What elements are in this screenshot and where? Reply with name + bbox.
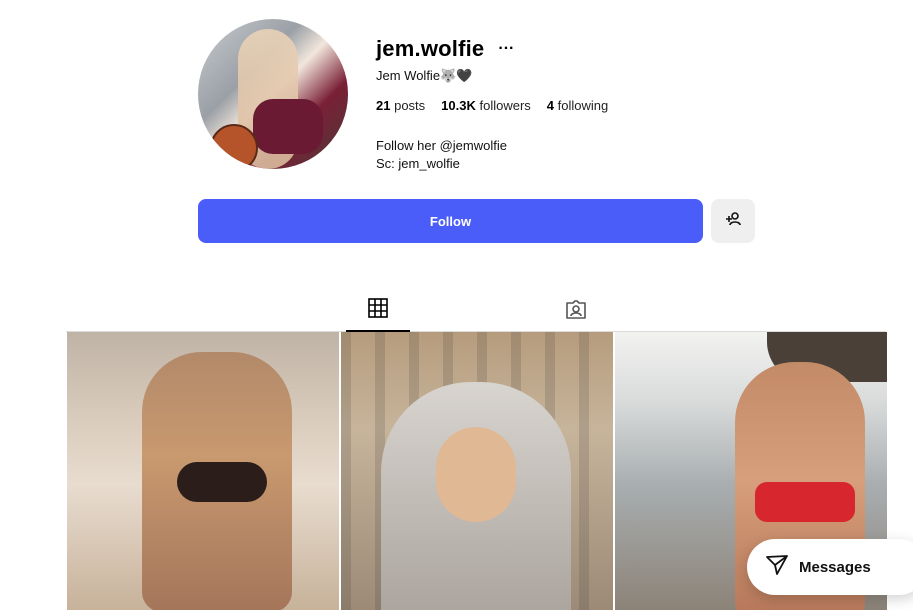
bio-line-2: Sc: jem_wolfie <box>376 156 460 171</box>
post-thumbnail-2[interactable] <box>341 332 613 610</box>
avatar-shorts <box>253 99 323 154</box>
following-stat[interactable]: 4 following <box>547 98 608 113</box>
followers-count: 10.3K <box>441 98 476 113</box>
post-2-face <box>436 427 516 522</box>
bio-line-1: Follow her @jemwolfie <box>376 138 507 153</box>
avatar-basketball <box>210 124 258 169</box>
following-label: following <box>557 98 609 113</box>
profile-tabs <box>66 290 886 332</box>
post-1-swimsuit <box>177 462 267 502</box>
posts-stat[interactable]: 21 posts <box>376 98 425 113</box>
messages-label: Messages <box>799 558 871 576</box>
post-thumbnail-1[interactable] <box>67 332 339 610</box>
posts-count: 21 <box>376 98 391 113</box>
username: jem.wolfie <box>376 36 485 61</box>
profile-avatar[interactable] <box>198 19 348 169</box>
send-icon <box>765 553 789 582</box>
follow-button[interactable]: Follow <box>198 199 703 243</box>
add-person-icon <box>725 211 741 232</box>
followers-label: followers <box>479 98 531 113</box>
following-count: 4 <box>546 98 555 113</box>
profile-bio: Follow her @jemwolfie Sc: jem_wolfie <box>376 137 507 173</box>
tagged-icon <box>565 298 587 325</box>
profile-stats: 21 posts 10.3K followers 4 following <box>376 98 608 113</box>
display-name: Jem Wolfie🐺🖤 <box>376 68 473 83</box>
followers-stat[interactable]: 10.3K followers <box>441 98 531 113</box>
tab-posts-grid[interactable] <box>346 290 410 332</box>
suggested-accounts-button[interactable] <box>711 199 755 243</box>
messages-button[interactable]: Messages <box>747 539 913 595</box>
tab-tagged[interactable] <box>544 290 608 332</box>
posts-label: posts <box>394 98 426 113</box>
post-3-swimsuit <box>755 482 855 522</box>
username-row: jem.wolfie ··· <box>376 36 514 62</box>
more-options-icon[interactable]: ··· <box>498 41 514 57</box>
grid-icon <box>368 297 388 323</box>
